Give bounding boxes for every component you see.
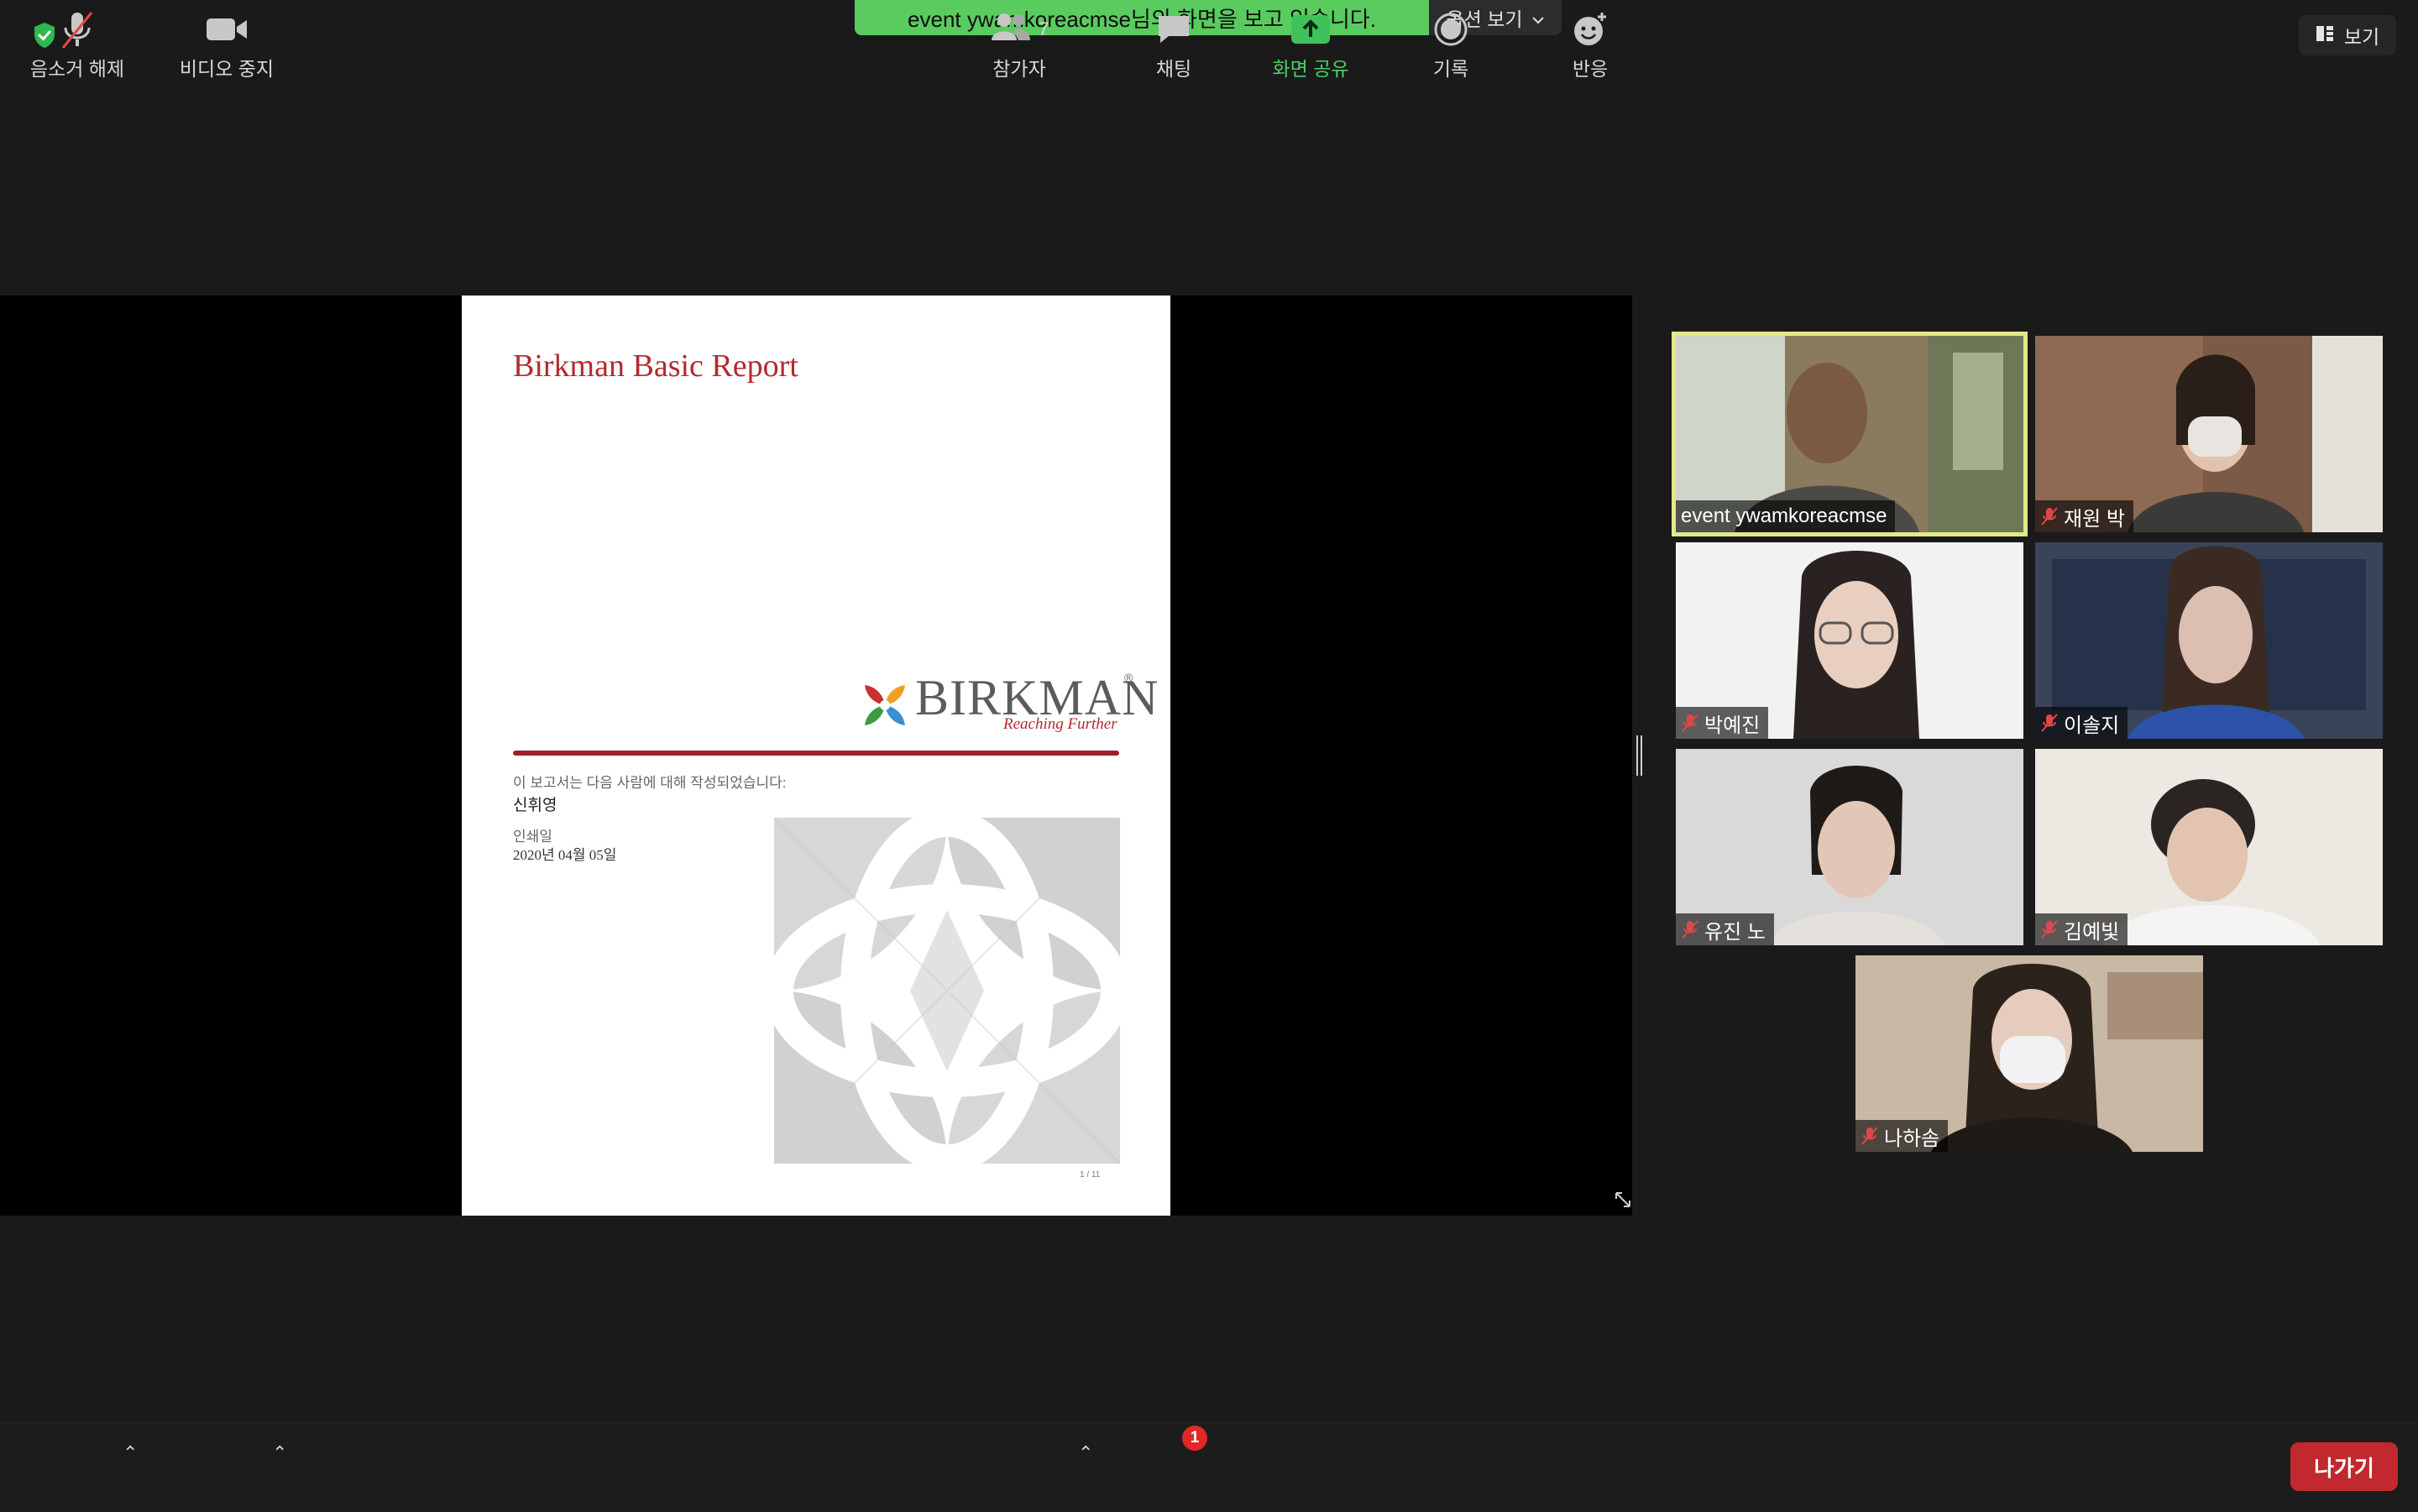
participant-name: 김예빛 bbox=[2064, 920, 2120, 944]
video-tile[interactable]: 이솔지 bbox=[2035, 542, 2383, 739]
record-icon bbox=[1433, 8, 1468, 51]
participant-name-tag: 박예진 bbox=[1676, 707, 1769, 739]
video-tile[interactable]: 재원 박 bbox=[2035, 336, 2383, 532]
participants-button[interactable]: 7 참가자 bbox=[984, 0, 1055, 89]
video-tile[interactable]: 유진 노 bbox=[1676, 749, 2023, 945]
participant-name: 이솔지 bbox=[2064, 714, 2120, 737]
participant-name-tag: 유진 노 bbox=[1676, 913, 1774, 945]
participants-options-caret-icon[interactable]: ⌃ bbox=[1078, 1442, 1093, 1464]
unmute-button[interactable]: 음소거 해제 bbox=[24, 0, 131, 89]
muted-mic-icon bbox=[2041, 507, 2058, 526]
record-button[interactable]: 기록 bbox=[1419, 0, 1483, 89]
print-date: 2020년 04월 05일 bbox=[513, 847, 617, 863]
participants-label: 참가자 bbox=[992, 58, 1046, 80]
prepared-for-text: 이 보고서는 다음 사람에 대해 작성되었습니다: bbox=[513, 775, 787, 791]
participants-icon bbox=[990, 12, 1032, 47]
expand-icon[interactable] bbox=[1614, 1190, 1632, 1209]
participant-name: 유진 노 bbox=[1704, 920, 1766, 944]
meeting-toolbar bbox=[0, 1422, 2418, 1512]
chat-button[interactable]: 채팅 bbox=[1142, 0, 1206, 89]
divider-rule bbox=[513, 751, 1119, 756]
document-title: Birkman Basic Report bbox=[513, 348, 798, 384]
chat-bubble-icon bbox=[1155, 8, 1192, 51]
participant-name: 재원 박 bbox=[2064, 507, 2125, 531]
video-tile[interactable]: event ywamkoreacmse bbox=[1672, 332, 2028, 536]
view-label: 보기 bbox=[2343, 26, 2380, 48]
page-number: 1 / 11 bbox=[1080, 1170, 1101, 1180]
reaction-emoji-icon bbox=[1572, 8, 1609, 51]
participant-name-tag: event ywamkoreacmse bbox=[1676, 500, 1896, 532]
participant-name-tag: 이솔지 bbox=[2035, 707, 2128, 739]
view-layout-button[interactable]: 보기 bbox=[2299, 15, 2396, 55]
leave-meeting-button[interactable]: 나가기 bbox=[2290, 1442, 2398, 1491]
video-tile[interactable]: 박예진 bbox=[1676, 542, 2023, 739]
muted-mic-icon bbox=[1682, 714, 1698, 732]
reactions-button[interactable]: 반응 bbox=[1558, 0, 1622, 89]
video-camera-icon bbox=[205, 8, 249, 51]
participant-name: 나하솜 bbox=[1884, 1127, 1940, 1150]
layout-icon bbox=[2316, 24, 2334, 47]
participant-name: event ywamkoreacmse bbox=[1681, 505, 1887, 527]
participant-name-tag: 재원 박 bbox=[2035, 500, 2133, 532]
stop-video-button[interactable]: 비디오 중지 bbox=[173, 0, 280, 89]
participant-name: 박예진 bbox=[1704, 714, 1761, 737]
record-label: 기록 bbox=[1432, 58, 1469, 80]
audio-options-caret-icon[interactable]: ⌃ bbox=[123, 1442, 138, 1464]
chat-unread-badge: 1 bbox=[1182, 1426, 1207, 1451]
chat-label: 채팅 bbox=[1155, 58, 1192, 80]
video-options-caret-icon[interactable]: ⌃ bbox=[272, 1442, 287, 1464]
logo-tagline: Reaching Further bbox=[1003, 715, 1117, 733]
muted-mic-icon bbox=[2041, 920, 2058, 939]
birkman-logo-icon bbox=[865, 685, 905, 725]
unmute-label: 음소거 해제 bbox=[29, 58, 125, 80]
muted-mic-icon bbox=[1682, 920, 1698, 939]
participant-name-tag: 김예빛 bbox=[2035, 913, 2128, 945]
video-tile[interactable]: 나하솜 bbox=[1855, 955, 2203, 1152]
registered-mark: ® bbox=[1124, 671, 1133, 684]
video-tile[interactable]: 김예빛 bbox=[2035, 749, 2383, 945]
chevron-down-icon bbox=[1531, 7, 1545, 29]
muted-mic-icon bbox=[1861, 1127, 1878, 1145]
participant-name-tag: 나하솜 bbox=[1855, 1120, 1949, 1152]
panel-resize-handle[interactable] bbox=[1636, 735, 1642, 776]
share-screen-button[interactable]: 화면 공유 bbox=[1264, 0, 1357, 89]
stop-video-label: 비디오 중지 bbox=[179, 58, 275, 80]
reactions-label: 반응 bbox=[1572, 58, 1609, 80]
share-screen-icon bbox=[1290, 8, 1332, 51]
muted-mic-icon bbox=[2041, 714, 2058, 732]
participants-icon-group: 7 bbox=[990, 8, 1049, 51]
birkman-watermark-graphic bbox=[774, 818, 1120, 1164]
participants-count: 7 bbox=[1038, 18, 1049, 39]
report-person-name: 신휘영 bbox=[513, 797, 557, 814]
muted-mic-icon bbox=[58, 8, 97, 51]
share-screen-label: 화면 공유 bbox=[1272, 58, 1349, 80]
shared-document-page: Birkman Basic Report BIRKMAN ® Reaching … bbox=[462, 296, 1170, 1216]
